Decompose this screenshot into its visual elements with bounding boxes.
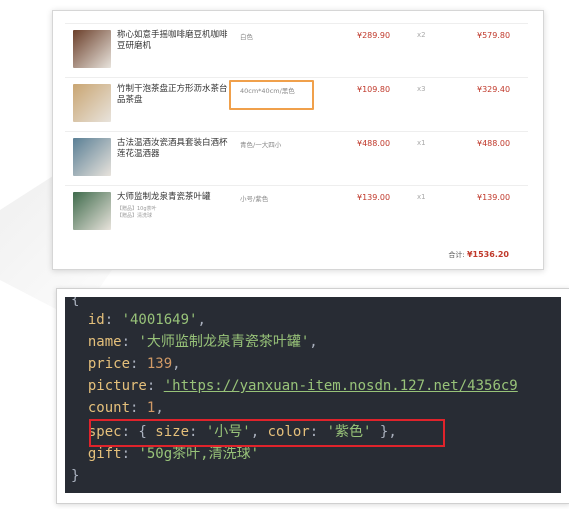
gift-line: 【赠品】10g茶叶 — [117, 206, 157, 212]
product-name[interactable]: 大师监制龙泉青瓷茶叶罐 — [117, 192, 235, 203]
gift-line: 【赠品】清洗球 — [117, 213, 153, 219]
line-subtotal: ¥139.00 — [477, 193, 511, 202]
quantity: x3 — [417, 85, 426, 93]
gift-list: 【赠品】10g茶叶 【赠品】清洗球 — [117, 206, 157, 220]
product-thumbnail[interactable] — [73, 192, 111, 230]
total-label: 合计: — [448, 251, 465, 259]
code-line-price: price: 139, — [87, 356, 181, 372]
code-line-id: id: '4001649', — [87, 312, 206, 328]
order-items-card: 称心如意手摇咖啡磨豆机咖啡豆研磨机 白色 ¥289.90 x2 ¥579.80 竹制干泡茶… — [52, 10, 544, 270]
product-name[interactable]: 竹制干泡茶盘正方形沥水茶台品茶盘 — [117, 84, 235, 106]
order-row: 大师监制龙泉青瓷茶叶罐 【赠品】10g茶叶 【赠品】清洗球 小号/紫色 ¥139.00 x… — [65, 185, 528, 238]
line-subtotal: ¥579.80 — [477, 31, 511, 40]
picture-url-link[interactable]: 'https://yanxuan-item.nosdn.127.net/4356… — [164, 378, 518, 394]
unit-price: ¥139.00 — [357, 193, 391, 202]
product-spec: 小号/紫色 — [240, 195, 269, 203]
quantity: x1 — [417, 139, 426, 147]
spec-highlight-box — [229, 80, 314, 110]
code-snippet-card: { id: '4001649', name: '大师监制龙泉青瓷茶叶罐', pr… — [56, 288, 569, 504]
code-line-name: name: '大师监制龙泉青瓷茶叶罐', — [87, 334, 318, 350]
code-editor: { id: '4001649', name: '大师监制龙泉青瓷茶叶罐', pr… — [65, 297, 561, 493]
code-line-close: } — [71, 468, 80, 484]
product-thumbnail[interactable] — [73, 138, 111, 176]
order-total: 合计: ¥1536.20 — [448, 250, 509, 260]
product-thumbnail[interactable] — [73, 84, 111, 122]
unit-price: ¥109.80 — [357, 85, 391, 94]
unit-price: ¥289.90 — [357, 31, 391, 40]
quantity: x1 — [417, 193, 426, 201]
quantity: x2 — [417, 31, 426, 39]
product-spec: 白色 — [240, 33, 253, 41]
line-subtotal: ¥329.40 — [477, 85, 511, 94]
spec-highlight-red-box — [89, 419, 445, 447]
code-line-count: count: 1, — [87, 400, 164, 416]
product-spec: 青色/一大四小 — [240, 141, 282, 149]
total-amount: ¥1536.20 — [466, 250, 509, 259]
product-name[interactable]: 称心如意手摇咖啡磨豆机咖啡豆研磨机 — [117, 30, 235, 52]
line-subtotal: ¥488.00 — [477, 139, 511, 148]
code-line-picture: picture: 'https://yanxuan-item.nosdn.127… — [87, 378, 518, 394]
product-thumbnail[interactable] — [73, 30, 111, 68]
product-name[interactable]: 古法温酒汝瓷酒具套装白酒杯莲花温酒器 — [117, 138, 235, 160]
unit-price: ¥488.00 — [357, 139, 391, 148]
order-row: 古法温酒汝瓷酒具套装白酒杯莲花温酒器 青色/一大四小 ¥488.00 x1 ¥488.0… — [65, 131, 528, 184]
order-row: 称心如意手摇咖啡磨豆机咖啡豆研磨机 白色 ¥289.90 x2 ¥579.80 — [65, 23, 528, 76]
